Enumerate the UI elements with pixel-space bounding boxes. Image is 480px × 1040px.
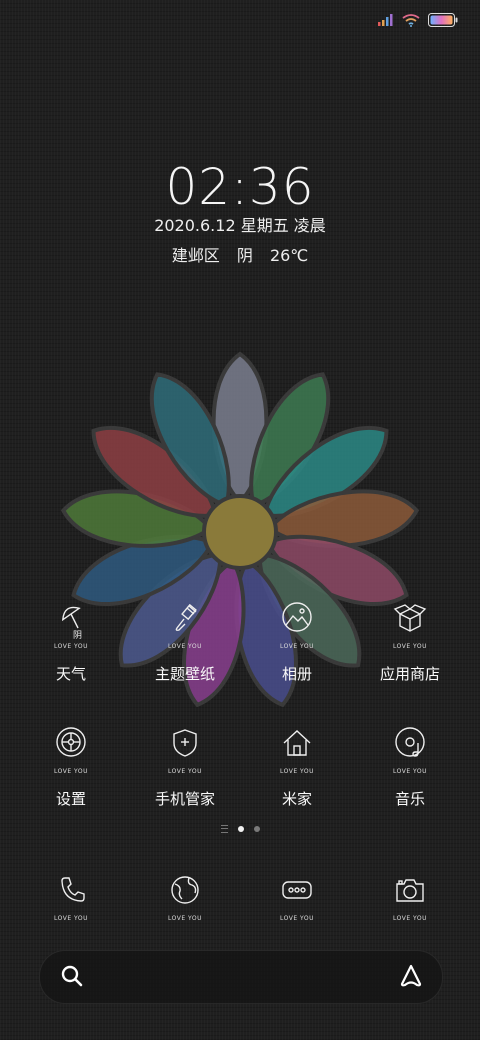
browser-globe-icon: [171, 876, 199, 904]
love-you-badge: LOVE YOU: [54, 643, 88, 650]
app-label: 设置: [55, 790, 86, 808]
battery-icon: [428, 13, 458, 27]
app-settings[interactable]: LOVE YOU 设置: [16, 725, 126, 809]
flower-center: [202, 494, 278, 570]
app-row-1: LOVE YOU 天气 LOVE YOU 主题壁纸 LOVE YOU 相册 LO…: [0, 600, 480, 690]
love-you-badge: LOVE YOU: [54, 915, 88, 922]
search-bar[interactable]: [39, 950, 443, 1004]
lockscreen-date[interactable]: 2020.6.12 星期五 凌晨: [0, 212, 480, 236]
lockscreen-time[interactable]: 02:36: [0, 158, 480, 216]
paintbrush-icon: [175, 603, 197, 631]
app-store[interactable]: LOVE YOU 应用商店: [355, 600, 465, 684]
app-mijia[interactable]: LOVE YOU 米家: [242, 725, 352, 809]
app-music[interactable]: LOVE YOU 音乐: [355, 725, 465, 809]
settings-wheel-icon: [56, 727, 86, 757]
status-bar: [378, 10, 458, 30]
love-you-badge: LOVE YOU: [168, 768, 202, 775]
weather-icon-note: 阴: [73, 631, 83, 641]
love-you-badge: LOVE YOU: [393, 643, 427, 650]
phone-icon: [61, 877, 85, 902]
app-label: 米家: [281, 790, 312, 808]
app-label: 应用商店: [379, 665, 440, 683]
dock-camera[interactable]: LOVE YOU: [355, 872, 465, 923]
app-label: 音乐: [394, 790, 425, 808]
love-you-badge: LOVE YOU: [168, 643, 202, 650]
home-icon: [283, 730, 311, 756]
wifi-icon: [402, 13, 420, 27]
dock-browser[interactable]: LOVE YOU: [130, 872, 240, 923]
app-label: 手机管家: [154, 790, 215, 808]
page-dot-2[interactable]: [253, 826, 260, 832]
dock-messages[interactable]: LOVE YOU: [242, 872, 352, 923]
dock: LOVE YOU LOVE YOU LOVE YOU LOVE YOU: [0, 872, 480, 962]
love-you-badge: LOVE YOU: [393, 915, 427, 922]
app-gallery[interactable]: LOVE YOU 相册: [242, 600, 352, 684]
love-you-badge: LOVE YOU: [280, 643, 314, 650]
app-security[interactable]: LOVE YOU 手机管家: [130, 725, 240, 809]
love-you-badge: LOVE YOU: [280, 768, 314, 775]
camera-icon: [396, 879, 424, 902]
shield-icon: [173, 729, 197, 757]
search-icon[interactable]: [60, 964, 84, 988]
message-icon: [282, 881, 312, 899]
app-row-2: LOVE YOU 设置 LOVE YOU 手机管家 LOVE YOU 米家 LO…: [0, 725, 480, 815]
app-weather[interactable]: LOVE YOU 天气: [16, 600, 126, 684]
app-label: 天气: [55, 665, 86, 683]
signal-icon: [378, 14, 393, 26]
page-dot-1[interactable]: [237, 826, 244, 832]
love-you-badge: LOVE YOU: [280, 915, 314, 922]
dock-phone[interactable]: LOVE YOU: [16, 872, 126, 923]
love-you-badge: LOVE YOU: [168, 915, 202, 922]
weather-temperature: 26℃: [269, 246, 309, 265]
music-disc-icon: [395, 727, 425, 757]
weather-condition: 阴: [236, 246, 253, 265]
app-label: 主题壁纸: [154, 665, 215, 683]
app-label: 相册: [281, 665, 312, 683]
assistant-icon[interactable]: [398, 963, 424, 989]
page-indicator[interactable]: [0, 825, 480, 833]
gallery-icon: [282, 602, 312, 632]
lockscreen-weather[interactable]: 建邺区 阴 26℃: [0, 242, 480, 266]
love-you-badge: LOVE YOU: [54, 768, 88, 775]
love-you-badge: LOVE YOU: [393, 768, 427, 775]
umbrella-icon: [61, 606, 81, 629]
app-themes[interactable]: LOVE YOU 主题壁纸: [130, 600, 240, 684]
weather-location: 建邺区: [171, 246, 220, 265]
box-icon: [393, 604, 427, 632]
page-list-icon[interactable]: [220, 825, 228, 833]
